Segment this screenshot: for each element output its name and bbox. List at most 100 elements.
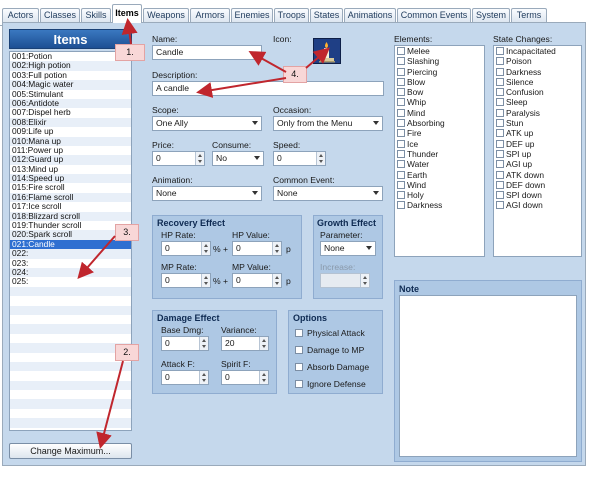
spin-buttons[interactable]: [316, 152, 325, 165]
state-changes-list[interactable]: Incapacitated Poison Darkness Silence Confus…: [493, 45, 582, 257]
checkbox[interactable]: [397, 160, 405, 169]
list-item[interactable]: 021:Candle: [10, 239, 131, 250]
checkbox[interactable]: [496, 88, 504, 97]
tab-armors[interactable]: Armors: [190, 8, 230, 22]
state-row[interactable]: Incapacitated: [494, 46, 581, 56]
state-row[interactable]: AGI up: [494, 159, 581, 169]
checkbox[interactable]: [295, 363, 303, 371]
element-row[interactable]: Melee: [395, 46, 484, 56]
speed-stepper[interactable]: 0: [273, 151, 326, 166]
element-row[interactable]: Mind: [395, 108, 484, 118]
hp-value-stepper[interactable]: 0: [232, 241, 282, 256]
tab-enemies[interactable]: Enemies: [231, 8, 273, 22]
checkbox[interactable]: [397, 88, 405, 97]
checkbox[interactable]: [496, 160, 504, 169]
tab-skills[interactable]: Skills: [81, 8, 111, 22]
attack-f-stepper[interactable]: 0: [161, 370, 209, 385]
element-row[interactable]: Fire: [395, 128, 484, 138]
state-row[interactable]: AGI down: [494, 200, 581, 210]
element-row[interactable]: Earth: [395, 170, 484, 180]
scope-select[interactable]: One Ally: [152, 116, 262, 131]
spin-buttons[interactable]: [259, 337, 268, 350]
items-list[interactable]: 001:Potion 002:High potion 003:Full potion…: [9, 51, 132, 431]
tab-animations[interactable]: Animations: [344, 8, 396, 22]
element-row[interactable]: Darkness: [395, 200, 484, 210]
mp-rate-stepper[interactable]: 0: [161, 273, 211, 288]
state-row[interactable]: DEF down: [494, 180, 581, 190]
checkbox[interactable]: [397, 129, 405, 138]
checkbox[interactable]: [295, 380, 303, 388]
checkbox[interactable]: [397, 47, 405, 55]
note-textarea[interactable]: [399, 295, 577, 457]
state-row[interactable]: Darkness: [494, 67, 581, 77]
tab-common-events[interactable]: Common Events: [397, 8, 471, 22]
tab-terms[interactable]: Terms: [511, 8, 547, 22]
option-damage-to-mp[interactable]: Damage to MP: [295, 345, 364, 355]
state-row[interactable]: Paralysis: [494, 108, 581, 118]
tab-system[interactable]: System: [472, 8, 510, 22]
checkbox[interactable]: [496, 57, 504, 66]
spin-buttons[interactable]: [259, 371, 268, 384]
element-row[interactable]: Whip: [395, 97, 484, 107]
checkbox[interactable]: [295, 346, 303, 354]
common-event-select[interactable]: None: [273, 186, 383, 201]
tab-actors[interactable]: Actors: [2, 8, 39, 22]
checkbox[interactable]: [397, 191, 405, 200]
element-row[interactable]: Water: [395, 159, 484, 169]
consume-select[interactable]: No: [212, 151, 264, 166]
variance-stepper[interactable]: 20: [221, 336, 269, 351]
state-row[interactable]: SPI down: [494, 190, 581, 200]
element-row[interactable]: Wind: [395, 180, 484, 190]
base-damage-stepper[interactable]: 0: [161, 336, 209, 351]
checkbox[interactable]: [496, 201, 504, 210]
checkbox[interactable]: [496, 180, 504, 189]
checkbox[interactable]: [397, 98, 405, 107]
state-row[interactable]: SPI up: [494, 149, 581, 159]
state-row[interactable]: DEF up: [494, 139, 581, 149]
change-maximum-button[interactable]: Change Maximum...: [9, 443, 132, 459]
element-row[interactable]: Holy: [395, 190, 484, 200]
element-row[interactable]: Absorbing: [395, 118, 484, 128]
element-row[interactable]: Blow: [395, 77, 484, 87]
name-field[interactable]: Candle: [152, 45, 262, 60]
spin-buttons[interactable]: [195, 152, 204, 165]
spin-buttons[interactable]: [272, 274, 281, 287]
animation-select[interactable]: None: [152, 186, 262, 201]
spin-buttons[interactable]: [199, 371, 208, 384]
list-item[interactable]: 025:: [10, 276, 131, 286]
parameter-select[interactable]: None: [320, 241, 376, 256]
description-field[interactable]: A candle: [152, 81, 384, 96]
state-row[interactable]: Poison: [494, 56, 581, 66]
checkbox[interactable]: [496, 139, 504, 148]
checkbox[interactable]: [397, 67, 405, 76]
element-row[interactable]: Bow: [395, 87, 484, 97]
price-stepper[interactable]: 0: [152, 151, 205, 166]
tab-items[interactable]: Items: [112, 4, 142, 23]
increase-stepper[interactable]: [320, 273, 370, 288]
element-row[interactable]: Ice: [395, 139, 484, 149]
checkbox[interactable]: [496, 119, 504, 128]
tab-weapons[interactable]: Weapons: [143, 8, 189, 22]
checkbox[interactable]: [397, 57, 405, 66]
element-row[interactable]: Piercing: [395, 67, 484, 77]
elements-list[interactable]: Melee Slashing Piercing Blow Bow Whip Mind Abso…: [394, 45, 485, 257]
element-row[interactable]: Thunder: [395, 149, 484, 159]
checkbox[interactable]: [496, 108, 504, 117]
occasion-select[interactable]: Only from the Menu: [273, 116, 383, 131]
checkbox[interactable]: [397, 139, 405, 148]
checkbox[interactable]: [397, 201, 405, 210]
mp-value-stepper[interactable]: 0: [232, 273, 282, 288]
checkbox[interactable]: [397, 108, 405, 117]
checkbox[interactable]: [496, 47, 504, 55]
checkbox[interactable]: [397, 180, 405, 189]
checkbox[interactable]: [397, 77, 405, 86]
checkbox[interactable]: [496, 149, 504, 158]
spin-buttons[interactable]: [201, 274, 210, 287]
list-item[interactable]: 023:: [10, 258, 131, 268]
state-row[interactable]: Confusion: [494, 87, 581, 97]
state-row[interactable]: ATK up: [494, 128, 581, 138]
list-item[interactable]: 022:: [10, 248, 131, 259]
checkbox[interactable]: [496, 170, 504, 179]
checkbox[interactable]: [496, 67, 504, 76]
option-absorb-damage[interactable]: Absorb Damage: [295, 362, 369, 372]
